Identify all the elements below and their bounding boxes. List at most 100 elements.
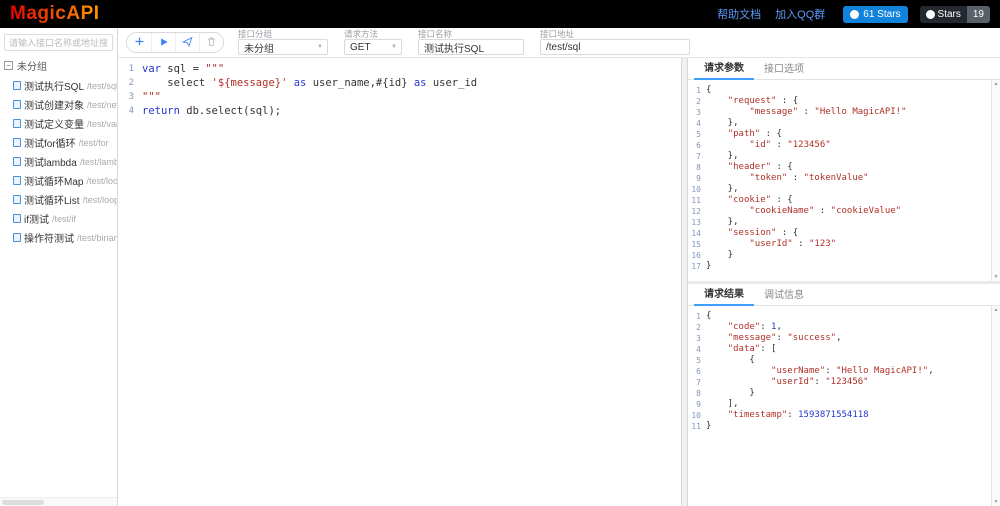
stars-badge-secondary[interactable]: Stars 19 — [919, 5, 990, 23]
field-select[interactable]: GET ▼ — [344, 39, 402, 56]
line-number: 1 — [128, 64, 134, 74]
api-doc-icon — [13, 138, 21, 147]
app-logo: MagicAPI — [10, 3, 100, 24]
code-text: "userId" : "123" — [749, 239, 837, 249]
tab-debug-info[interactable]: 调试信息 — [754, 281, 814, 305]
code-line: 13 }, — [688, 217, 990, 228]
tab-request-result[interactable]: 请求结果 — [694, 280, 754, 306]
field-input[interactable]: 测试执行SQL — [418, 39, 524, 56]
line-number: 8 — [696, 388, 701, 398]
code-line: 16 } — [688, 250, 990, 261]
delete-icon — [206, 35, 217, 50]
api-path: /test/new — [87, 99, 117, 110]
code-line: 12 "cookieName" : "cookieValue" — [688, 206, 990, 217]
tab-request-params[interactable]: 请求参数 — [694, 54, 754, 80]
run-button[interactable] — [151, 33, 175, 52]
stars-badge-primary[interactable]: 61 Stars — [843, 5, 908, 23]
save-icon — [181, 35, 193, 50]
code-text: "code": 1, — [727, 321, 782, 332]
line-number: 6 — [696, 141, 701, 150]
field-input[interactable]: /test/sql — [540, 39, 690, 56]
request-scrollbar[interactable]: ▲ ▼ — [991, 80, 1000, 281]
scroll-up-icon[interactable]: ▲ — [994, 81, 999, 87]
script-editor[interactable]: 1 var sql = """ 2 select '${message}' as u… — [118, 58, 681, 118]
tab-api-options[interactable]: 接口选项 — [754, 55, 814, 79]
code-text: "message" : "Hello MagicAPI!" — [749, 107, 907, 117]
line-number: 9 — [696, 174, 701, 183]
code-text: var sql = """ — [142, 63, 225, 75]
result-json-editor[interactable]: 1{2 "code": 1, 3 "message": "success", 4 "… — [688, 311, 990, 432]
api-name: 测试lambda — [24, 158, 77, 169]
result-scrollbar[interactable]: ▲ ▼ — [991, 305, 1000, 506]
tree-item[interactable]: 测试执行SQL/test/sql — [0, 76, 117, 95]
splitter[interactable] — [681, 58, 688, 506]
help-docs-link[interactable]: 帮助文档 — [717, 6, 761, 22]
code-text: { — [706, 85, 712, 95]
field-label: 请求方法 — [344, 28, 379, 39]
scrollbar-thumb[interactable] — [2, 500, 44, 505]
join-qq-group-link[interactable]: 加入QQ群 — [775, 6, 825, 22]
line-number: 3 — [696, 108, 701, 117]
main-area: 接口分组 未分组 ▼ 请求方法 GET ▼ 接口名称 测试执行SQL 接口地址/test/sql… — [118, 28, 1000, 506]
add-button[interactable] — [127, 33, 151, 52]
code-text: } — [706, 387, 755, 398]
api-name: 测试循环List — [24, 196, 80, 207]
code-text: } — [706, 250, 734, 260]
field-label: 接口名称 — [418, 28, 453, 39]
collapse-icon[interactable]: − — [4, 61, 13, 70]
code-line: 7 }, — [688, 151, 990, 162]
code-text: }, — [706, 184, 739, 194]
chevron-down-icon: ▼ — [391, 44, 397, 51]
api-path: /test/loop/lis — [82, 194, 117, 205]
code-line: 17} — [688, 261, 990, 272]
tree-item[interactable]: 测试定义变量/test/var — [0, 114, 117, 133]
code-line: 9 "token" : "tokenValue" — [688, 173, 990, 184]
code-text: }, — [706, 118, 739, 128]
api-doc-icon — [13, 119, 21, 128]
tree-item[interactable]: 测试for循环/test/for — [0, 133, 117, 152]
line-number: 3 — [128, 92, 134, 102]
scroll-up-icon[interactable]: ▲ — [994, 307, 999, 313]
code-text: select '${message}' as user_name,#{id} a… — [142, 77, 478, 89]
tree-item[interactable]: 测试循环List/test/loop/lis — [0, 190, 117, 209]
save-button[interactable] — [175, 33, 199, 52]
sidebar-hscrollbar[interactable] — [0, 497, 117, 506]
line-number: 5 — [696, 355, 701, 365]
api-tree: − 未分组 测试执行SQL/test/sql测试创建对象/test/new测试定… — [0, 55, 117, 497]
line-number: 17 — [691, 262, 701, 271]
add-icon — [134, 35, 145, 50]
api-doc-icon — [13, 233, 21, 242]
api-name: 测试for循环 — [24, 139, 76, 150]
code-text: """ — [142, 91, 161, 103]
delete-button[interactable] — [199, 33, 223, 52]
code-text: "message": "success", — [727, 332, 842, 343]
code-text: "path" : { — [727, 129, 782, 139]
request-json-editor[interactable]: 1{2 "request" : {3 "message" : "Hello Ma… — [688, 85, 990, 272]
scroll-down-icon[interactable]: ▼ — [994, 499, 999, 505]
github-icon — [850, 9, 860, 19]
api-path: /test/for — [78, 137, 109, 148]
line-number: 9 — [696, 399, 701, 409]
scroll-down-icon[interactable]: ▼ — [994, 274, 999, 280]
search-input[interactable] — [4, 34, 113, 51]
api-name: 测试循环Map — [24, 177, 84, 188]
stars-badge-label: 61 Stars — [863, 8, 901, 20]
tree-item[interactable]: if测试/test/if — [0, 209, 117, 228]
code-line: 2 select '${message}' as user_name,#{id}… — [118, 76, 681, 90]
code-line: 5 { — [688, 355, 990, 366]
tree-item[interactable]: 测试循环Map/test/loop/m — [0, 171, 117, 190]
tree-item[interactable]: 测试创建对象/test/new — [0, 95, 117, 114]
tree-group-unassigned[interactable]: − 未分组 — [0, 55, 117, 76]
request-json-wrap: 1{2 "request" : {3 "message" : "Hello Ma… — [688, 80, 1000, 281]
toolbar-field: 请求方法 GET ▼ — [344, 30, 402, 56]
code-line: 6 "id" : "123456" — [688, 140, 990, 151]
api-path: /test/loop/m — [86, 175, 117, 186]
tree-item[interactable]: 操作符测试/test/binary — [0, 228, 117, 247]
tree-item[interactable]: 测试lambda/test/lambda — [0, 152, 117, 171]
script-editor-wrap[interactable]: 1 var sql = """ 2 select '${message}' as u… — [118, 58, 681, 506]
field-select[interactable]: 未分组 ▼ — [238, 39, 328, 56]
api-doc-icon — [13, 214, 21, 223]
result-panel: 请求结果 调试信息 1{2 "code": 1, 3 "message": "suc… — [688, 284, 1000, 506]
code-line: 1 var sql = """ — [118, 62, 681, 76]
code-text: "data": [ — [727, 343, 777, 354]
